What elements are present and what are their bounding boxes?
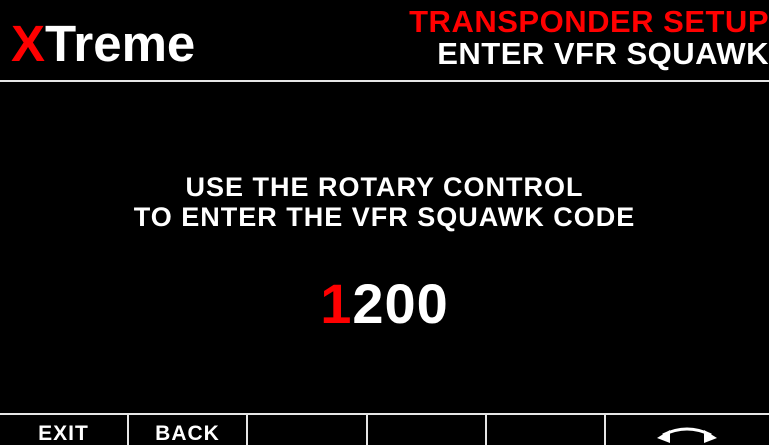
softkey-5[interactable] xyxy=(487,415,604,445)
squawk-remaining-digits: 200 xyxy=(352,272,449,335)
squawk-active-digit[interactable]: 1 xyxy=(320,272,352,335)
header-divider xyxy=(0,80,769,82)
squawk-code-input[interactable]: 1200 xyxy=(0,274,769,334)
softkey-3[interactable] xyxy=(248,415,366,445)
back-softkey[interactable]: BACK xyxy=(129,415,246,445)
header: XTreme TRANSPONDER SETUP ENTER VFR SQUAW… xyxy=(0,0,769,80)
instruction-line-1: USE THE ROTARY CONTROL xyxy=(185,172,584,202)
page-title-block: TRANSPONDER SETUP ENTER VFR SQUAWK xyxy=(409,6,769,70)
logo-text: Treme xyxy=(45,15,196,72)
instruction-line-2: TO ENTER THE VFR SQUAWK CODE xyxy=(133,202,636,232)
logo-x: X xyxy=(11,15,46,72)
page-subtitle: ENTER VFR SQUAWK xyxy=(437,36,769,71)
back-softkey-label: BACK xyxy=(155,422,220,445)
page-title: TRANSPONDER SETUP xyxy=(409,4,769,39)
exit-softkey[interactable]: EXIT xyxy=(0,415,127,445)
rotary-arrows-icon xyxy=(657,427,717,443)
instruction-text: USE THE ROTARY CONTROL TO ENTER THE VFR … xyxy=(0,172,769,232)
softkey-4[interactable] xyxy=(368,415,485,445)
display-screen: XTreme TRANSPONDER SETUP ENTER VFR SQUAW… xyxy=(0,0,769,445)
rotary-softkey[interactable] xyxy=(606,415,769,445)
exit-softkey-label: EXIT xyxy=(38,422,89,445)
xtreme-logo: XTreme xyxy=(11,14,195,74)
